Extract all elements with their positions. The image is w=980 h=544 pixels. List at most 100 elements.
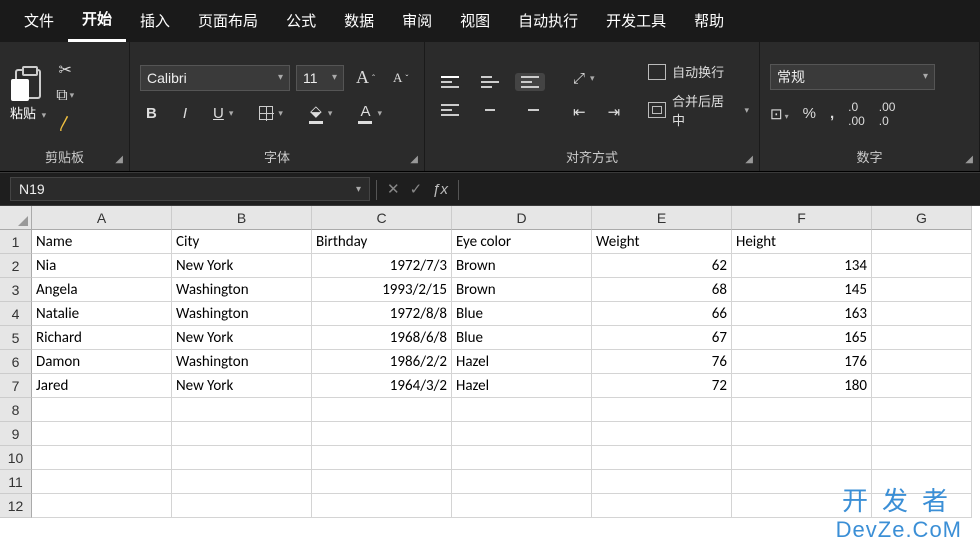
cell[interactable]: 62 [592,254,732,278]
row-header-7[interactable]: 7 [0,374,32,398]
align-center-button[interactable] [475,101,505,119]
row-header-9[interactable]: 9 [0,422,32,446]
name-box[interactable]: N19▾ [10,177,370,201]
cell[interactable]: Brown [452,254,592,278]
cell[interactable] [592,446,732,470]
paste-button[interactable]: 粘贴 ▾ [10,69,46,122]
row-header-10[interactable]: 10 [0,446,32,470]
cell[interactable]: Damon [32,350,172,374]
tab-视图[interactable]: 视图 [446,2,504,41]
cell[interactable] [452,398,592,422]
cell[interactable] [172,470,312,494]
cell[interactable]: Jared [32,374,172,398]
cell[interactable] [312,470,452,494]
cell[interactable]: 68 [592,278,732,302]
row-header-1[interactable]: 1 [0,230,32,254]
cell[interactable] [32,398,172,422]
cell[interactable] [872,374,972,398]
row-header-3[interactable]: 3 [0,278,32,302]
merge-center-button[interactable]: 合并后居中▾ [648,91,749,129]
cell[interactable]: Washington [172,302,312,326]
col-header-A[interactable]: A [32,206,172,230]
cell[interactable] [592,494,732,518]
cell[interactable] [872,398,972,422]
number-launcher-icon[interactable]: ◢ [965,151,973,169]
wrap-text-button[interactable]: 自动换行 [648,62,749,81]
tab-自动执行[interactable]: 自动执行 [504,2,592,41]
bold-button[interactable]: B [140,102,163,125]
cell[interactable]: Washington [172,278,312,302]
cell[interactable]: 1986/2/2 [312,350,452,374]
cell[interactable]: Natalie [32,302,172,326]
cell[interactable]: 176 [732,350,872,374]
accounting-format-button[interactable]: ⊡▾ [770,105,789,123]
copy-button[interactable]: ⧉▾ [54,87,76,105]
tab-文件[interactable]: 文件 [10,2,68,41]
cell[interactable]: Name [32,230,172,254]
cell[interactable]: 180 [732,374,872,398]
cell[interactable] [172,422,312,446]
cell[interactable] [172,446,312,470]
align-left-button[interactable] [435,101,465,119]
col-header-C[interactable]: C [312,206,452,230]
percent-button[interactable]: % [803,105,816,122]
row-header-4[interactable]: 4 [0,302,32,326]
cell[interactable]: 145 [732,278,872,302]
cell[interactable] [872,326,972,350]
cell[interactable] [452,422,592,446]
row-header-2[interactable]: 2 [0,254,32,278]
cell[interactable] [872,302,972,326]
cell[interactable]: Brown [452,278,592,302]
font-color-button[interactable]: A▾ [352,100,388,127]
cell[interactable]: 165 [732,326,872,350]
cell[interactable]: Washington [172,350,312,374]
cell[interactable] [312,446,452,470]
font-name-combo[interactable]: Calibri▾ [140,65,290,91]
tab-帮助[interactable]: 帮助 [680,2,738,41]
cell[interactable] [592,398,732,422]
col-header-B[interactable]: B [172,206,312,230]
cell[interactable] [872,230,972,254]
cell[interactable]: 66 [592,302,732,326]
row-header-11[interactable]: 11 [0,470,32,494]
orientation-button[interactable]: ⤢▾ [567,67,626,90]
cancel-formula-button[interactable]: ✕ [387,180,400,198]
cell[interactable] [32,470,172,494]
row-header-12[interactable]: 12 [0,494,32,518]
border-button[interactable]: ▾ [253,103,289,123]
italic-button[interactable]: I [177,102,193,125]
cell[interactable]: 76 [592,350,732,374]
align-bottom-button[interactable] [515,73,545,91]
tab-审阅[interactable]: 审阅 [388,2,446,41]
cell[interactable]: Hazel [452,374,592,398]
row-header-5[interactable]: 5 [0,326,32,350]
align-launcher-icon[interactable]: ◢ [745,151,753,169]
cell[interactable]: Weight [592,230,732,254]
cell[interactable]: City [172,230,312,254]
tab-开发工具[interactable]: 开发工具 [592,2,680,41]
cell[interactable] [872,422,972,446]
font-size-combo[interactable]: 11▾ [296,65,344,91]
align-middle-button[interactable] [475,73,505,91]
cell[interactable]: 1972/8/8 [312,302,452,326]
cell[interactable] [872,350,972,374]
font-launcher-icon[interactable]: ◢ [410,151,418,169]
cell[interactable] [872,254,972,278]
col-header-E[interactable]: E [592,206,732,230]
cell[interactable]: New York [172,254,312,278]
cell[interactable]: 1968/6/8 [312,326,452,350]
cell[interactable]: 1964/3/2 [312,374,452,398]
increase-decimal-button[interactable]: .0.00 [848,100,865,128]
align-top-button[interactable] [435,73,465,91]
cell[interactable]: 72 [592,374,732,398]
cell[interactable]: Height [732,230,872,254]
select-all-corner[interactable] [0,206,32,230]
tab-开始[interactable]: 开始 [68,0,126,42]
tab-插入[interactable]: 插入 [126,2,184,41]
cell[interactable] [312,398,452,422]
cell[interactable] [452,470,592,494]
cell[interactable] [872,446,972,470]
cell[interactable] [592,422,732,446]
col-header-G[interactable]: G [872,206,972,230]
col-header-F[interactable]: F [732,206,872,230]
